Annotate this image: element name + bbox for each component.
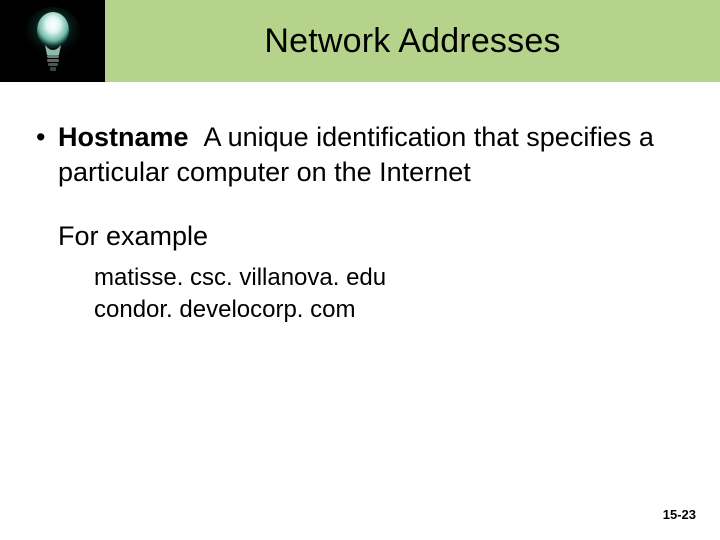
- example-line: condor. develocorp. com: [94, 294, 686, 326]
- content-area: • Hostname A unique identification that …: [34, 120, 686, 327]
- header-band: Network Addresses: [0, 0, 720, 82]
- slide-title: Network Addresses: [105, 0, 720, 82]
- bullet-text: Hostname A unique identification that sp…: [58, 120, 686, 189]
- bullet-term: Hostname: [58, 122, 189, 152]
- bullet-item: • Hostname A unique identification that …: [34, 120, 686, 189]
- bullet-marker: •: [34, 120, 58, 155]
- lightbulb-icon: [23, 5, 83, 77]
- example-line: matisse. csc. villanova. edu: [94, 262, 686, 294]
- header-icon-box: [0, 0, 105, 82]
- page-number: 15-23: [663, 507, 696, 522]
- examples-block: matisse. csc. villanova. edu condor. dev…: [94, 262, 686, 327]
- for-example-label: For example: [58, 221, 686, 252]
